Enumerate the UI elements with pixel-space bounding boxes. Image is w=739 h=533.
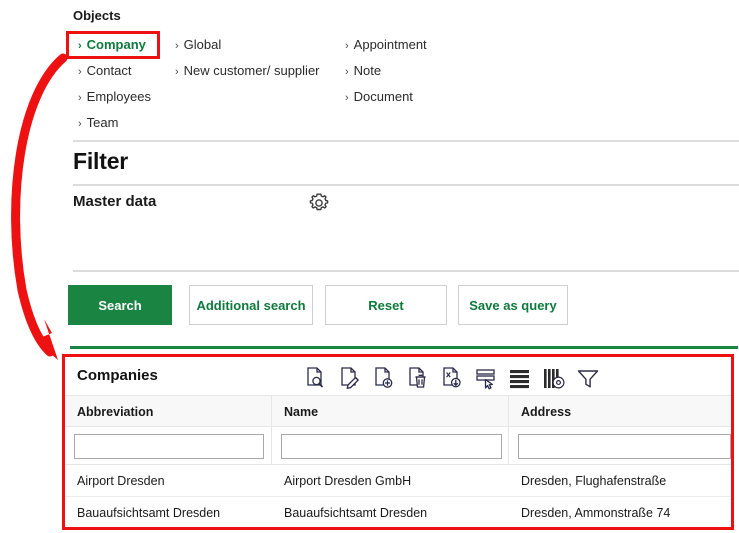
document-add-icon[interactable] (371, 364, 397, 392)
sidebar-item-contact[interactable]: › Contact (73, 58, 173, 84)
cell-address: Dresden, Ammonstraße 74 (521, 506, 671, 520)
document-export-icon[interactable] (439, 364, 465, 392)
nav-column-2: › Global › New customer/ supplier (175, 32, 345, 84)
cell-name: Airport Dresden GmbH (284, 474, 412, 488)
sidebar-item-team[interactable]: › Team (73, 110, 173, 136)
sidebar-item-label: Contact (86, 63, 132, 78)
save-as-query-button[interactable]: Save as query (458, 285, 568, 325)
nav-column-1: › Company › Contact › Employees › Team (73, 32, 173, 136)
sidebar-item-note[interactable]: › Note (345, 58, 505, 84)
sidebar-item-label: Company (86, 37, 146, 52)
additional-search-button[interactable]: Additional search (189, 285, 313, 325)
document-view-icon[interactable] (303, 364, 329, 392)
row-height-icon[interactable] (507, 364, 533, 392)
column-header-name[interactable]: Name (272, 396, 509, 428)
filter-input-address[interactable] (518, 433, 731, 459)
results-title: Companies (77, 367, 158, 384)
sidebar-item-label: Document (353, 89, 413, 104)
sidebar-item-label: Team (86, 115, 119, 130)
chevron-right-icon: › (175, 66, 179, 78)
sidebar-item-employees[interactable]: › Employees (73, 84, 173, 110)
objects-heading: Objects (73, 8, 121, 23)
app-page: Objects › Company › Contact › Employees › Te… (0, 0, 739, 533)
sidebar-item-company[interactable]: › Company (73, 32, 173, 58)
sidebar-item-label: Employees (86, 89, 151, 104)
chevron-right-icon: › (345, 92, 349, 104)
sidebar-item-appointment[interactable]: › Appointment (345, 32, 505, 58)
chevron-right-icon: › (78, 92, 82, 104)
select-rows-icon[interactable] (473, 364, 499, 392)
sidebar-item-label: Note (353, 63, 382, 78)
cell-name: Bauaufsichtsamt Dresden (284, 506, 428, 520)
filter-input-name[interactable] (281, 433, 502, 459)
filter-cell-abbreviation (65, 427, 272, 465)
sidebar-item-document[interactable]: › Document (345, 84, 505, 110)
column-header-abbreviation[interactable]: Abbreviation (65, 396, 272, 428)
sidebar-item-global[interactable]: › Global (175, 32, 345, 58)
document-delete-icon[interactable] (405, 364, 431, 392)
gear-icon[interactable] (305, 189, 333, 217)
chevron-right-icon: › (345, 66, 349, 78)
cell-abbreviation: Airport Dresden (77, 474, 165, 488)
master-data-label: Master data (73, 193, 157, 210)
chevron-right-icon: › (78, 118, 82, 130)
filter-funnel-icon[interactable] (575, 364, 601, 392)
chevron-right-icon: › (175, 40, 179, 52)
table-header-row: Abbreviation Name Address (65, 395, 731, 428)
nav-column-3: › Appointment › Note › Document (345, 32, 505, 110)
sidebar-item-label: Global (183, 37, 222, 52)
document-edit-icon[interactable] (337, 364, 363, 392)
reset-button[interactable]: Reset (325, 285, 447, 325)
filter-input-abbreviation[interactable] (74, 433, 264, 459)
column-header-address[interactable]: Address (509, 396, 731, 428)
page-title: Filter (73, 148, 129, 174)
divider-under-filter (73, 184, 739, 186)
filter-cell-address (509, 427, 731, 465)
chevron-right-icon: › (78, 40, 82, 52)
table-row[interactable]: Bauaufsichtsamt Dresden Bauaufsichtsamt … (65, 497, 731, 527)
table-row[interactable]: Airport Dresden Airport Dresden GmbH Dre… (65, 465, 731, 497)
sidebar-item-label: Appointment (353, 37, 427, 52)
chevron-right-icon: › (78, 66, 82, 78)
cell-address: Dresden, Flughafenstraße (521, 474, 667, 488)
companies-results-panel: Companies Abbreviation Name Address Airp… (62, 354, 734, 530)
divider-above-buttons (73, 270, 739, 272)
companies-table: Abbreviation Name Address Airport Dresde… (65, 395, 731, 527)
results-header: Companies (65, 357, 731, 395)
table-filter-row (65, 427, 731, 465)
green-separator (70, 346, 738, 349)
curved-red-arrow (11, 53, 68, 360)
divider-top (73, 140, 739, 142)
sidebar-item-new-customer-supplier[interactable]: › New customer/ supplier (175, 58, 345, 84)
search-button[interactable]: Search (68, 285, 172, 325)
column-settings-icon[interactable] (541, 364, 567, 392)
chevron-right-icon: › (345, 40, 349, 52)
results-toolbar (303, 363, 601, 393)
sidebar-item-label: New customer/ supplier (183, 63, 320, 78)
cell-abbreviation: Bauaufsichtsamt Dresden (77, 506, 221, 520)
filter-cell-name (272, 427, 509, 465)
